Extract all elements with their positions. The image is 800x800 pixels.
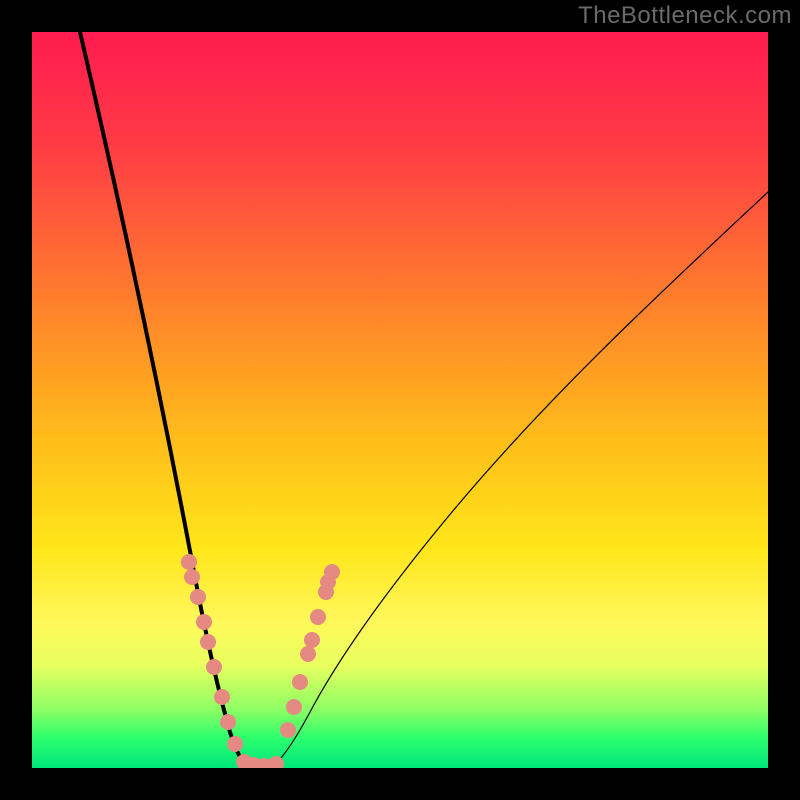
marker-dot [196,614,212,630]
frame-border [0,768,800,800]
chart-stage: TheBottleneck.com [0,0,800,800]
attribution-label: TheBottleneck.com [578,2,792,30]
marker-dots [181,554,340,768]
marker-dot [181,554,197,570]
marker-dot [190,589,206,605]
bottleneck-curve-left [80,32,254,768]
curve-layer [32,32,768,768]
marker-dot [300,646,316,662]
marker-dot [310,609,326,625]
bottleneck-curve-right [270,192,768,768]
marker-dot [280,722,296,738]
marker-dot [286,699,302,715]
frame-border [768,0,800,800]
marker-dot [304,632,320,648]
marker-dot [184,569,200,585]
marker-dot [220,714,236,730]
marker-dot [227,736,243,752]
marker-dot [200,634,216,650]
plot-area [32,32,768,768]
marker-dot [214,689,230,705]
marker-dot [292,674,308,690]
marker-dot [318,584,334,600]
marker-dot [206,659,222,675]
frame-border [0,0,32,800]
